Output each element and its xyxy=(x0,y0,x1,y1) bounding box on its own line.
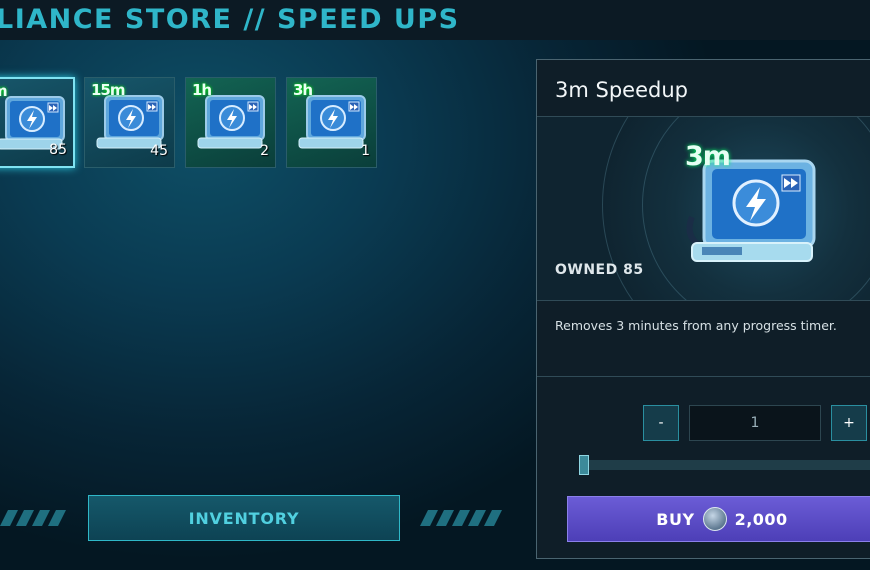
divider xyxy=(537,376,870,377)
item-duration: m xyxy=(0,82,8,100)
item-slot-1h[interactable]: 1h 2 xyxy=(185,77,276,168)
item-description: Removes 3 minutes from any progress time… xyxy=(555,318,837,333)
buy-label: BUY xyxy=(656,509,695,529)
buy-button[interactable]: BUY 2,000 xyxy=(567,496,870,542)
decorative-stripes-right xyxy=(420,510,502,526)
page-title: LIANCE STORE // SPEED UPS xyxy=(0,4,460,35)
item-preview: 3m OWNED 85 xyxy=(537,116,870,301)
inventory-button-label: INVENTORY xyxy=(188,508,300,528)
item-duration: 1h xyxy=(192,81,212,99)
speedup-tablet-icon xyxy=(197,95,265,149)
increment-button[interactable]: + xyxy=(831,405,867,441)
detail-title: 3m Speedup xyxy=(555,78,688,102)
quantity-slider-track[interactable] xyxy=(581,460,870,470)
item-duration: 15m xyxy=(91,81,126,99)
coin-icon xyxy=(702,507,727,531)
preview-duration: 3m xyxy=(685,141,731,172)
quantity-input[interactable]: 1 xyxy=(689,405,821,441)
item-slot-15m[interactable]: 15m 45 xyxy=(84,77,175,168)
item-quantity: 1 xyxy=(361,143,370,159)
item-quantity: 45 xyxy=(150,143,168,159)
item-slot-3m[interactable]: m 85 xyxy=(0,77,75,168)
item-quantity: 2 xyxy=(260,143,269,159)
item-detail-panel: 3m Speedup 3m OWNED 85 Removes 3 minutes… xyxy=(536,59,870,559)
decorative-stripes-left xyxy=(0,510,66,526)
speedup-tablet-icon xyxy=(298,95,366,149)
owned-count: OWNED 85 xyxy=(555,262,644,278)
top-bar: LIANCE STORE // SPEED UPS xyxy=(0,0,870,40)
item-duration: 3h xyxy=(293,81,313,99)
decrement-button[interactable]: - xyxy=(643,405,679,441)
item-quantity: 85 xyxy=(49,142,67,158)
buy-price: 2,000 xyxy=(734,509,788,529)
quantity-slider-handle[interactable] xyxy=(579,455,589,475)
inventory-button[interactable]: INVENTORY xyxy=(88,495,400,541)
item-slot-3h[interactable]: 3h 1 xyxy=(286,77,377,168)
